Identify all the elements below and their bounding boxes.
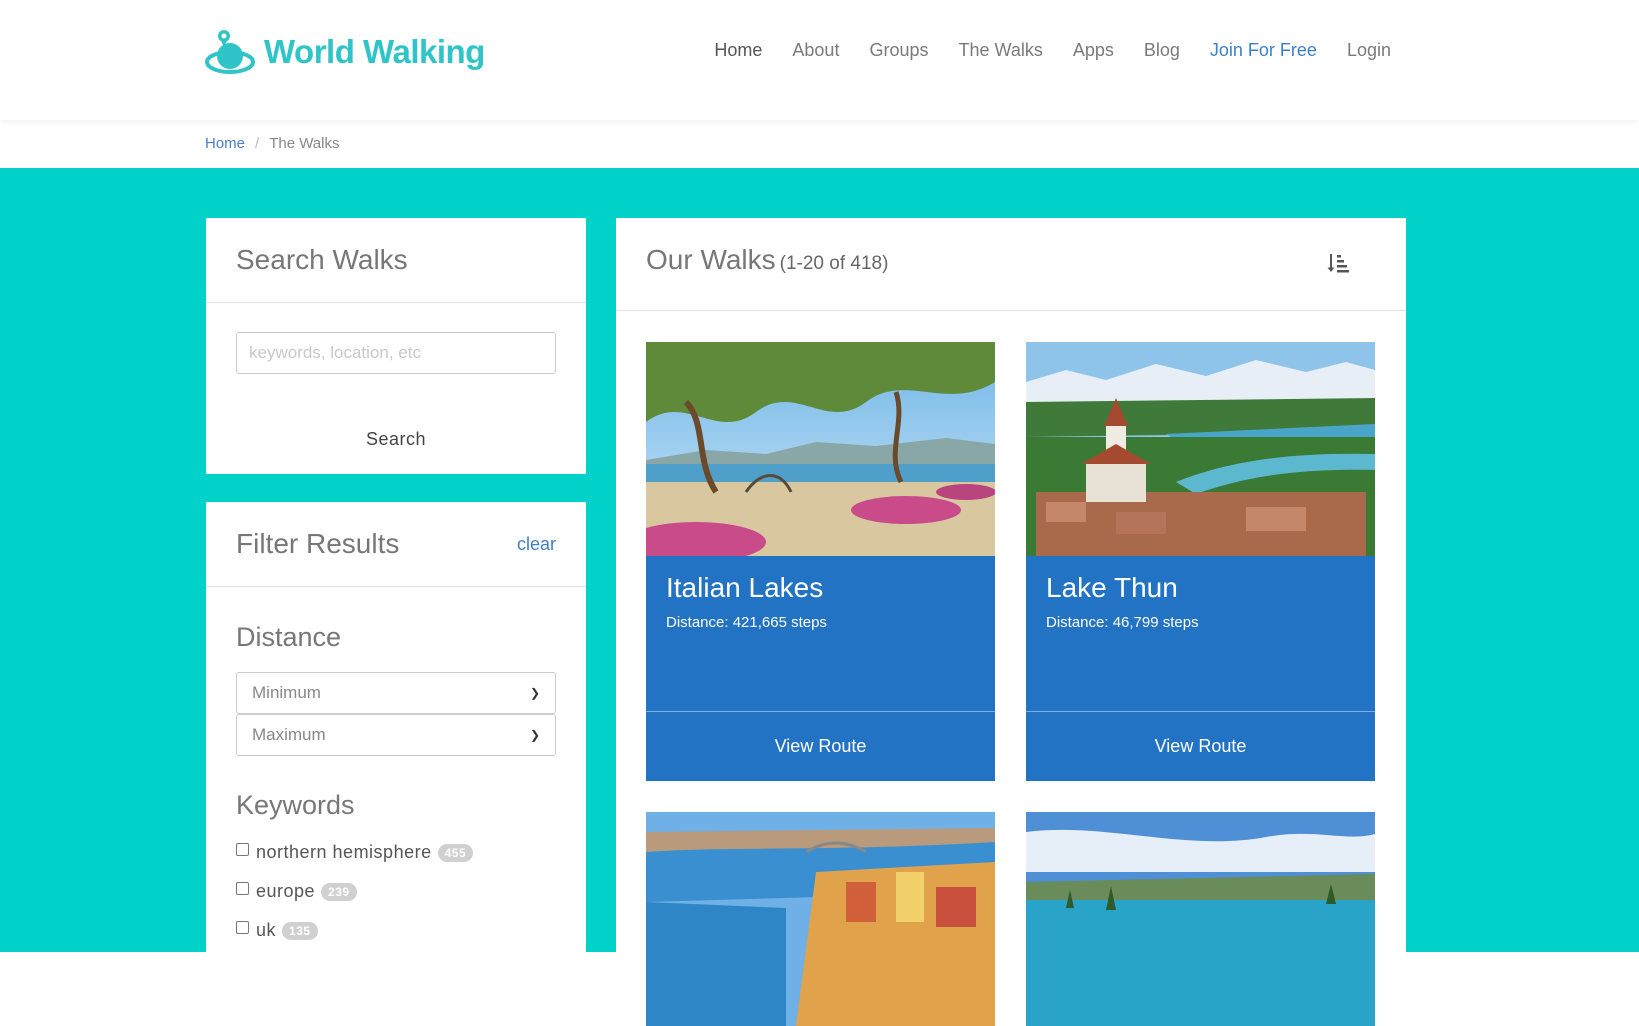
nav-the-walks[interactable]: The Walks: [958, 40, 1042, 61]
clear-filters-link[interactable]: clear: [517, 534, 556, 555]
divider: [206, 586, 586, 587]
view-route-button[interactable]: View Route: [1026, 711, 1375, 781]
chevron-down-icon: ❯: [529, 728, 540, 742]
nav-groups[interactable]: Groups: [869, 40, 928, 61]
distance-minimum-value: Minimum: [252, 683, 321, 702]
nav-login[interactable]: Login: [1347, 40, 1391, 61]
keyword-item[interactable]: europe 239: [236, 881, 357, 902]
keyword-checkbox[interactable]: [236, 843, 249, 856]
keyword-count-badge: 239: [321, 882, 357, 901]
logo[interactable]: World Walking: [204, 26, 485, 78]
breadcrumb-separator: /: [255, 135, 260, 152]
breadcrumb-home[interactable]: Home: [205, 135, 245, 152]
walk-card: [1026, 812, 1375, 1026]
walks-title: Our Walks (1-20 of 418): [646, 244, 888, 276]
breadcrumb: Home / The Walks: [0, 120, 1639, 168]
distance-maximum-value: Maximum: [252, 725, 326, 744]
nav-apps[interactable]: Apps: [1073, 40, 1114, 61]
keyword-label: northern hemisphere: [256, 842, 432, 862]
search-title: Search Walks: [236, 244, 408, 275]
keyword-checkbox[interactable]: [236, 921, 249, 934]
walk-card-lake-thun: Lake Thun Distance: 46,799 steps View Ro…: [1026, 342, 1375, 781]
keyword-item[interactable]: uk 135: [236, 920, 318, 941]
nav-about[interactable]: About: [792, 40, 839, 61]
walks-card: Our Walks (1-20 of 418) Italian Lakes Di…: [616, 218, 1406, 1026]
walks-title-text: Our Walks: [646, 244, 776, 275]
walk-name: Lake Thun: [1046, 572, 1178, 603]
keyword-count-badge: 135: [282, 921, 318, 940]
nav-join-for-free[interactable]: Join For Free: [1210, 40, 1317, 61]
keyword-item[interactable]: northern hemisphere 455: [236, 842, 474, 863]
distance-minimum-select[interactable]: Minimum ❯: [236, 672, 556, 714]
keyword-checkbox[interactable]: [236, 882, 249, 895]
search-card: Search Walks Search: [206, 218, 586, 474]
walking-globe-logo-icon: [205, 30, 255, 74]
chevron-down-icon: ❯: [529, 686, 540, 700]
breadcrumb-current: The Walks: [269, 135, 340, 152]
walk-distance: Distance: 421,665 steps: [666, 614, 827, 631]
nav-home[interactable]: Home: [714, 40, 762, 61]
keyword-label: europe: [256, 881, 316, 901]
distance-title: Distance: [236, 622, 342, 652]
walk-photo[interactable]: [1026, 812, 1375, 1026]
filter-title: Filter Results: [236, 528, 400, 559]
walk-photo[interactable]: [646, 812, 995, 1026]
walk-photo-italian-lakes[interactable]: [646, 342, 995, 556]
main-content: Search Walks Search Filter Results clear…: [0, 168, 1639, 1026]
view-route-button[interactable]: View Route: [646, 711, 995, 781]
distance-maximum-select[interactable]: Maximum ❯: [236, 714, 556, 756]
filter-card: Filter Results clear Distance Minimum ❯ …: [206, 502, 586, 962]
sort-icon[interactable]: [1326, 252, 1350, 276]
site-header: World Walking Home About Groups The Walk…: [0, 0, 1639, 120]
walk-name: Italian Lakes: [666, 572, 824, 603]
walk-photo-lake-thun[interactable]: [1026, 342, 1375, 556]
walk-info: Italian Lakes Distance: 421,665 steps: [646, 556, 995, 711]
walk-distance: Distance: 46,799 steps: [1046, 614, 1199, 631]
logo-text: World Walking: [264, 33, 485, 70]
walk-card: [646, 812, 995, 1026]
search-button[interactable]: Search: [206, 404, 586, 474]
keyword-label: uk: [256, 920, 277, 940]
search-input[interactable]: [236, 332, 556, 374]
main-nav: Home About Groups The Walks Apps Blog Jo…: [684, 40, 1391, 61]
walks-count: (1-20 of 418): [779, 253, 889, 274]
divider: [616, 310, 1406, 311]
keyword-count-badge: 455: [437, 843, 474, 862]
walk-info: Lake Thun Distance: 46,799 steps: [1026, 556, 1375, 711]
walk-card-italian-lakes: Italian Lakes Distance: 421,665 steps Vi…: [646, 342, 995, 781]
nav-blog[interactable]: Blog: [1144, 40, 1180, 61]
keywords-title: Keywords: [236, 790, 355, 820]
divider: [206, 302, 586, 303]
